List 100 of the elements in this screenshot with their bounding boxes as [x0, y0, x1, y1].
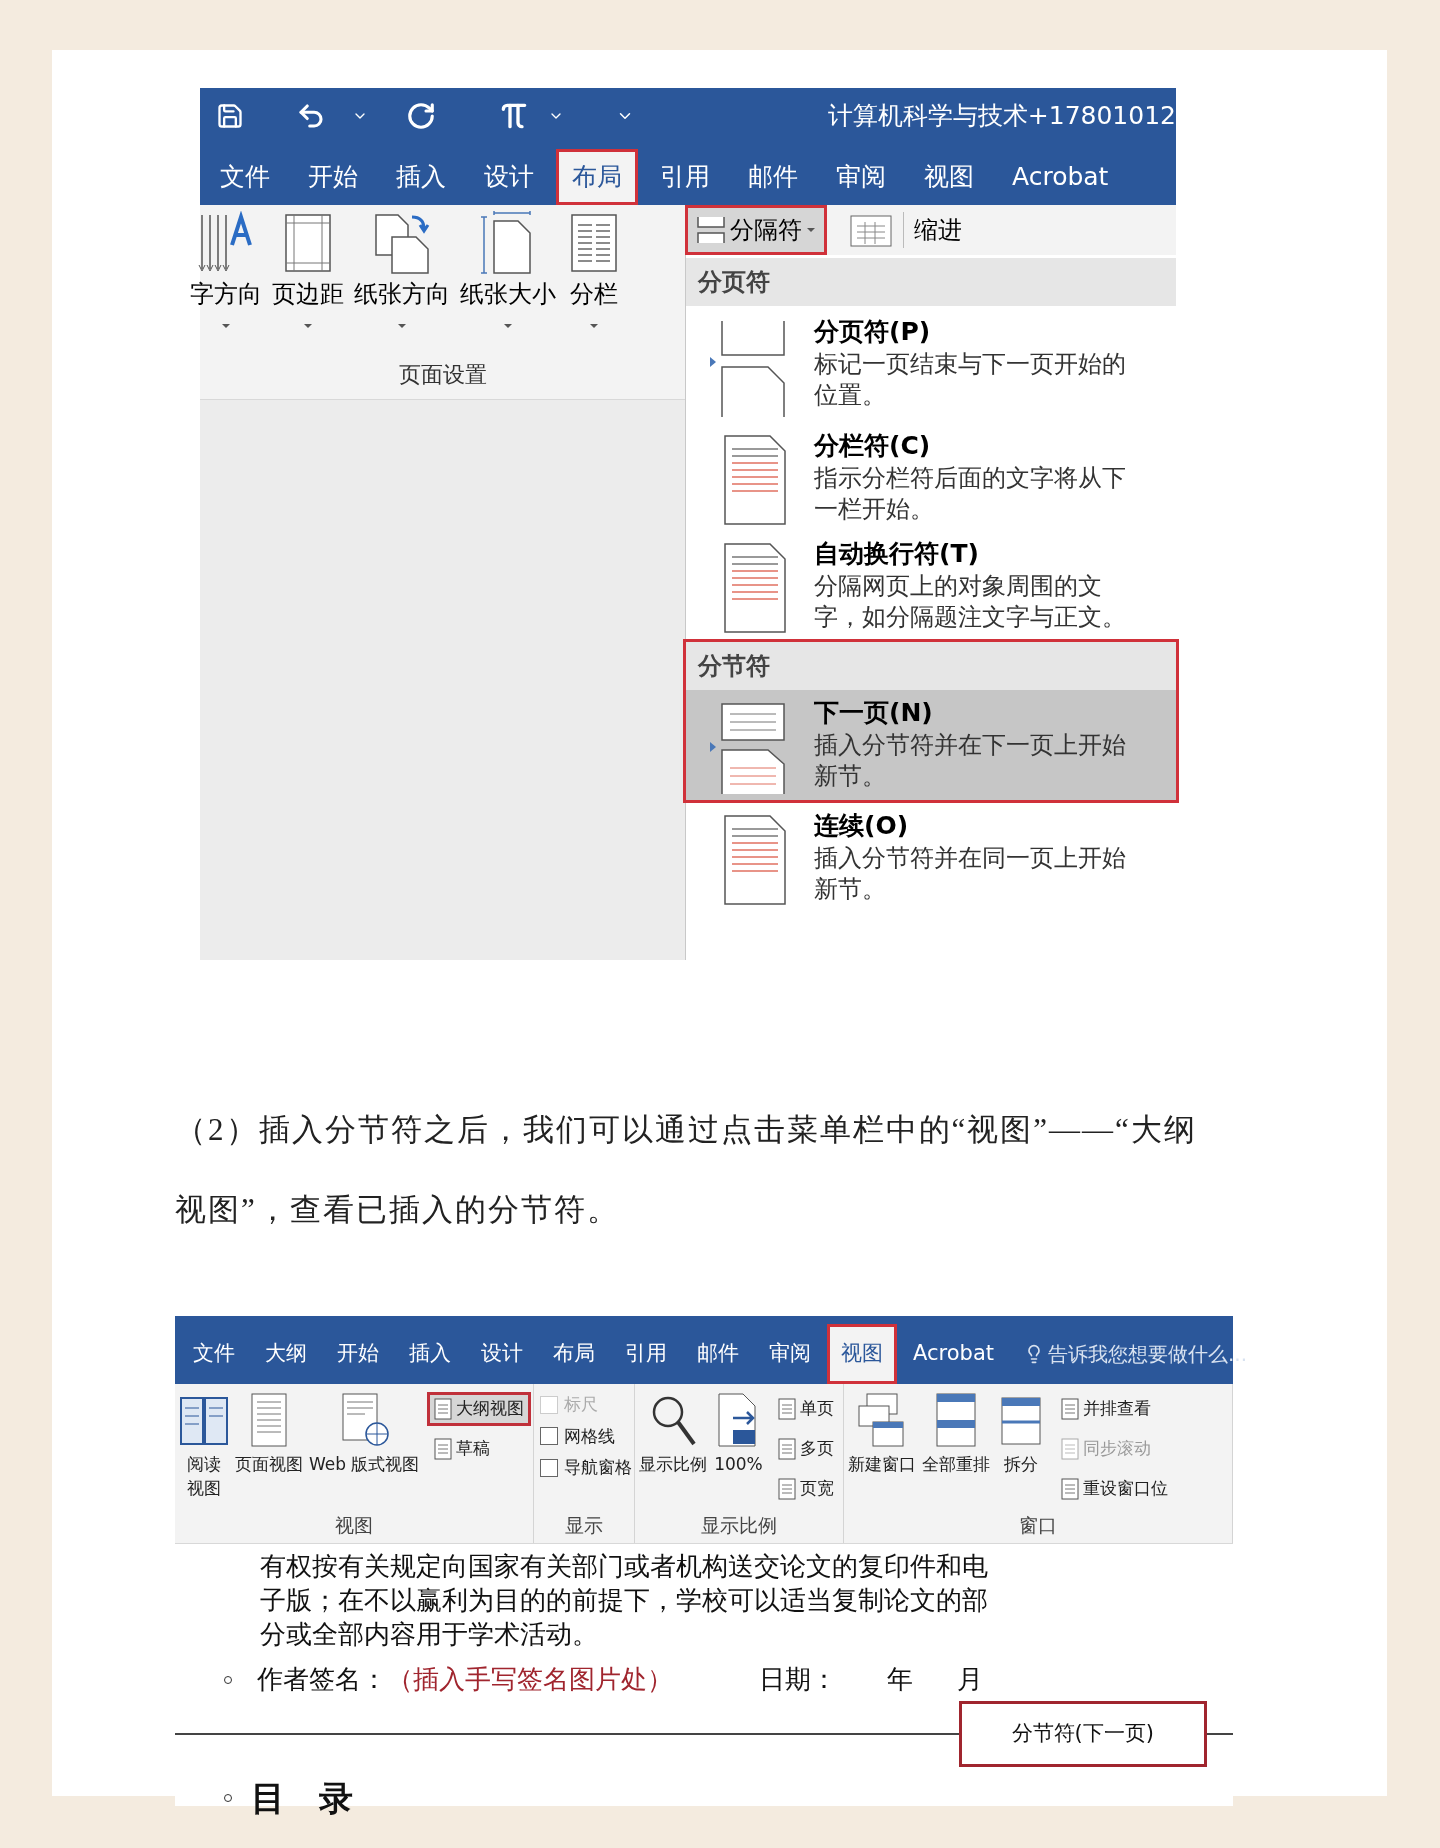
ribbon-button[interactable]: 全部重排: [920, 1392, 993, 1510]
ribbon-tab[interactable]: 文件: [204, 149, 286, 205]
paragraph-mark-icon: [223, 1793, 233, 1803]
menu-item-title: 分栏符(C): [814, 430, 932, 462]
document-paragraph: 有权按有关规定向国家有关部门或者机构送交论文的复印件和电子版；在不以赢利为目的的前提下，学校可以适当复制论文的部分或全部内容用于学术活动。: [260, 1551, 989, 1651]
tell-me-field[interactable]: 告诉我您想要做什么...: [1024, 1324, 1248, 1384]
menu-item[interactable]: 下一页(N) 插入分节符并在下一页上开始新节。: [686, 690, 1176, 800]
ribbon-tab[interactable]: Acrobat: [996, 149, 1125, 205]
document-icon: [434, 1438, 453, 1460]
save-icon[interactable]: [216, 102, 244, 130]
ribbon-button[interactable]: 拆分: [994, 1392, 1049, 1510]
instruction-paragraph: （2）插入分节符之后，我们可以通过点击菜单栏中的“视图”——“大纲视图”，查看已插入的分节符。: [175, 1111, 1198, 1229]
indent-label: 缩进: [914, 215, 962, 246]
ribbon-tab[interactable]: 视图: [908, 149, 990, 205]
caret-icon: [589, 323, 599, 329]
page-orientation-icon: [374, 211, 430, 275]
menu-item-title: 下一页(N): [814, 697, 934, 729]
caret-icon: [221, 323, 231, 329]
ribbon-small-button[interactable]: 并排查看: [1054, 1392, 1176, 1426]
ribbon-button[interactable]: 字方向: [188, 211, 264, 329]
year-label: 年: [887, 1664, 913, 1696]
group-label: 窗口: [1019, 1512, 1058, 1538]
ribbon-tab[interactable]: 大纲: [251, 1324, 321, 1384]
redo-icon[interactable]: [406, 101, 436, 131]
ribbon-button[interactable]: 纸张大小: [458, 211, 558, 329]
ribbon-button[interactable]: 新建窗口: [846, 1392, 919, 1510]
ribbon-tab[interactable]: 设计: [468, 149, 550, 205]
month-label: 月: [957, 1664, 983, 1696]
ribbon-small-button[interactable]: 多页: [771, 1432, 842, 1466]
menu-item-title: 自动换行符(T): [814, 538, 980, 570]
section-break-marker: 分节符(下一页): [958, 1701, 1207, 1767]
web-page-icon: [339, 1392, 390, 1448]
ribbon-button[interactable]: 阅读视图: [177, 1392, 231, 1510]
breaks-button[interactable]: 分隔符: [685, 205, 827, 255]
document-icon: [1061, 1438, 1080, 1460]
menu-item-description: 分隔网页上的对象周围的文字，如分隔题注文字与正文。: [814, 571, 1127, 633]
ribbon-button[interactable]: 分栏: [564, 211, 624, 329]
menu-item-description: 插入分节符并在同一页上开始新节。: [814, 843, 1127, 905]
menu-item[interactable]: 连续(O) 插入分节符并在同一页上开始新节。: [686, 803, 1176, 911]
ribbon-tab[interactable]: 文件: [179, 1324, 249, 1384]
menu-item-description: 指示分栏符后面的文字将从下一栏开始。: [814, 463, 1127, 525]
ribbon-small-button[interactable]: 单页: [771, 1392, 842, 1426]
next-page-icon: [708, 702, 786, 794]
menu-item[interactable]: 分页符(P) 标记一页结束与下一页开始的位置。: [686, 309, 1176, 423]
group-label: 显示比例: [701, 1512, 778, 1538]
ribbon-tab[interactable]: 视图: [827, 1324, 897, 1384]
ribbon-button[interactable]: Web 版式视图: [307, 1392, 422, 1510]
document-title: 计算机科学与技术+17801012: [827, 100, 1176, 133]
continuous-break-icon: [724, 815, 786, 905]
ribbon-tab[interactable]: 开始: [292, 149, 374, 205]
menu-item-description: 标记一页结束与下一页开始的位置。: [814, 349, 1127, 411]
ribbon-small-button[interactable]: 大纲视图: [427, 1392, 532, 1426]
ribbon-small-button[interactable]: 重设窗口位: [1054, 1472, 1176, 1506]
column-break-icon: [724, 435, 786, 525]
text-wrapping-icon: [724, 543, 786, 633]
toc-heading: 目 录: [251, 1776, 353, 1820]
date-label: 日期：: [759, 1664, 837, 1696]
document-icon: [434, 1398, 453, 1420]
ribbon-tab[interactable]: 邮件: [683, 1324, 753, 1384]
signature-label: 作者签名：: [257, 1664, 387, 1696]
menu-item[interactable]: 自动换行符(T) 分隔网页上的对象周围的文字，如分隔题注文字与正文。: [686, 531, 1176, 639]
caret-icon: [806, 227, 816, 233]
menu-item-title: 连续(O): [814, 810, 910, 842]
group-label: 视图: [335, 1512, 374, 1538]
document-icon: [778, 1478, 797, 1500]
checkbox-option[interactable]: 网格线: [540, 1423, 633, 1449]
caret-icon: [503, 323, 513, 329]
caret-icon: [303, 323, 313, 329]
ribbon-tab[interactable]: 审阅: [755, 1324, 825, 1384]
menu-item-title: 分页符(P): [814, 316, 932, 348]
ribbon-tab[interactable]: 邮件: [732, 149, 814, 205]
document-icon: [1061, 1478, 1080, 1500]
ribbon-tab[interactable]: 审阅: [820, 149, 902, 205]
menu-section-heading: 分页符: [686, 258, 1176, 306]
ribbon-tab[interactable]: 布局: [539, 1324, 609, 1384]
ribbon-tab[interactable]: 引用: [611, 1324, 681, 1384]
document-icon: [1061, 1398, 1080, 1420]
checkbox[interactable]: [540, 1458, 559, 1477]
ribbon-tab[interactable]: Acrobat: [899, 1324, 1008, 1384]
ribbon-small-button[interactable]: 页宽: [771, 1472, 842, 1506]
document-icon: [778, 1398, 797, 1420]
group-label: 显示: [565, 1512, 604, 1538]
ribbon-tab[interactable]: 布局: [556, 149, 638, 205]
menu-item[interactable]: 分栏符(C) 指示分栏符后面的文字将从下一栏开始。: [686, 423, 1176, 531]
checkbox-option[interactable]: 导航窗格: [540, 1455, 633, 1481]
ribbon-button[interactable]: 纸张方向: [352, 211, 452, 329]
ribbon-small-button[interactable]: 草稿: [427, 1432, 532, 1466]
ribbon-tab[interactable]: 引用: [644, 149, 726, 205]
ribbon-button[interactable]: 100%: [711, 1392, 766, 1510]
ribbon-button[interactable]: 页面视图: [233, 1392, 305, 1510]
ribbon-tab[interactable]: 插入: [380, 149, 462, 205]
menu-item-description: 插入分节符并在下一页上开始新节。: [814, 730, 1127, 792]
ribbon-button[interactable]: 页边距: [270, 211, 346, 329]
ribbon-tab[interactable]: 开始: [323, 1324, 393, 1384]
checkbox[interactable]: [540, 1427, 559, 1446]
breaks-icon: [696, 215, 726, 245]
ribbon-tab[interactable]: 插入: [395, 1324, 465, 1384]
ribbon-button[interactable]: 显示比例: [637, 1392, 710, 1510]
document-icon: [778, 1438, 797, 1460]
ribbon-tab[interactable]: 设计: [467, 1324, 537, 1384]
